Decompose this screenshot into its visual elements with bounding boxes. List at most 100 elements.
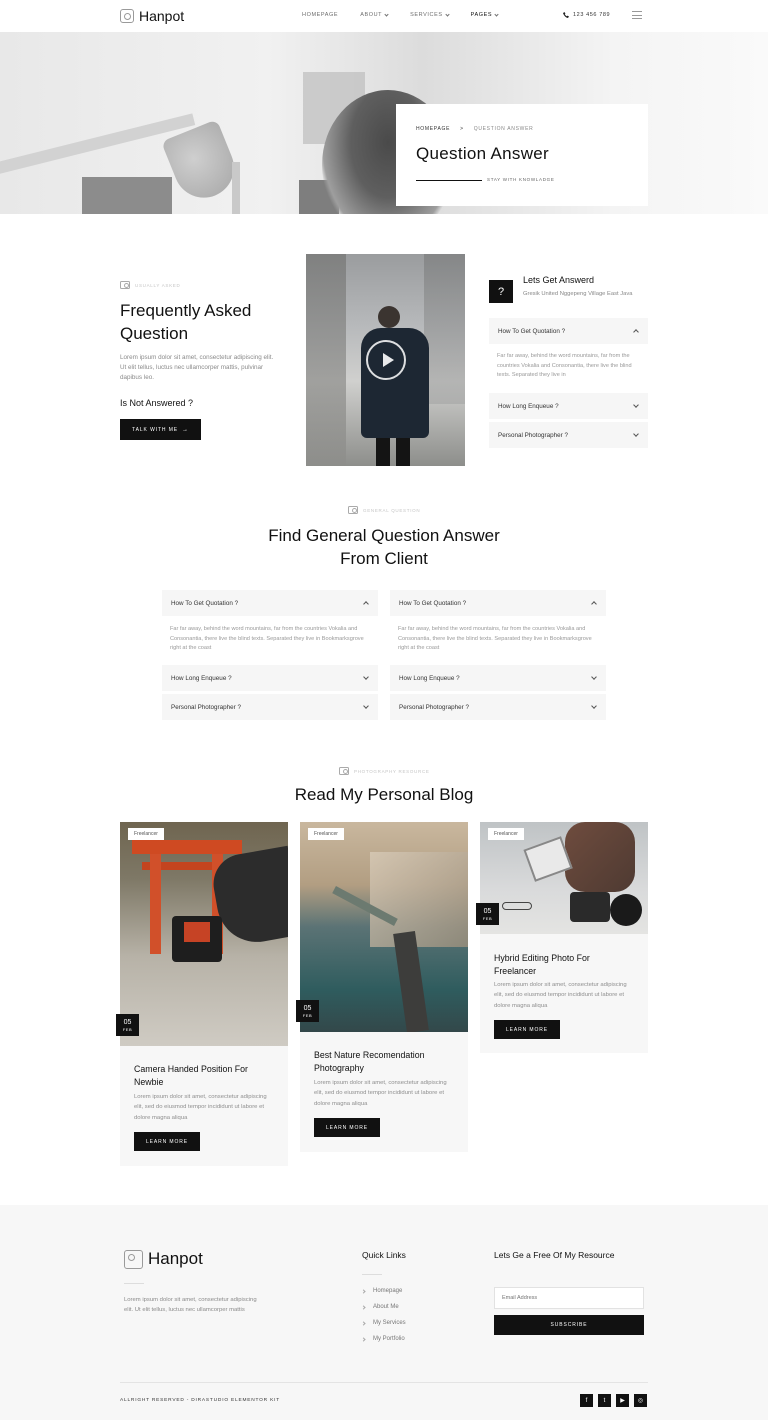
general-tagline-text: GENERAL QUESTION bbox=[363, 507, 421, 513]
accordion-answer: Far far away, behind the word mountains,… bbox=[170, 626, 364, 651]
post-excerpt: Lorem ipsum dolor sit amet, consectetur … bbox=[134, 1094, 267, 1121]
learn-more-button[interactable]: LEARN MORE bbox=[494, 1020, 560, 1039]
blog-image-3[interactable]: Freelancer bbox=[480, 822, 648, 934]
blog-card-1[interactable]: Freelancer 05 FEB Camera Handed Position… bbox=[116, 822, 288, 1166]
breadcrumb: HOMEPAGE > QUESTION ANSWER bbox=[416, 126, 533, 132]
post-month: FEB bbox=[302, 1012, 313, 1018]
post-day: 05 bbox=[303, 1004, 312, 1012]
nav-pages-label: PAGES bbox=[470, 12, 493, 18]
person-leg bbox=[396, 438, 410, 466]
logo-text: Hanpot bbox=[139, 8, 185, 24]
post-title-line1: Best Nature Recomendation bbox=[314, 1050, 425, 1060]
quick-link-label: My Services bbox=[373, 1320, 406, 1326]
person-leg bbox=[376, 438, 390, 466]
general-title-line2: From Client bbox=[340, 549, 428, 568]
post-title[interactable]: Hybrid Editing Photo For Freelancer bbox=[494, 952, 639, 978]
post-month: FEB bbox=[482, 915, 493, 921]
copyright-text: ALLRIGHT RESERVED - DIRASTUDIO ELEMENTOR… bbox=[120, 1398, 280, 1403]
subscribe-button[interactable]: SUBSCRIBE bbox=[494, 1315, 644, 1335]
quick-link-portfolio[interactable]: My Portfolio bbox=[361, 1331, 406, 1347]
faq-accordion-item-1[interactable]: How To Get Quotation ? bbox=[489, 318, 648, 344]
camera-lens bbox=[610, 894, 642, 926]
play-triangle-icon bbox=[383, 353, 394, 367]
chevron-down-icon bbox=[591, 702, 597, 709]
accordion-question: How To Get Quotation ? bbox=[171, 599, 239, 607]
chevron-right-icon bbox=[361, 1336, 366, 1342]
post-date: 05 FEB bbox=[476, 903, 499, 925]
post-date: 05 FEB bbox=[116, 1014, 139, 1036]
nav-about-label: ABOUT bbox=[360, 12, 383, 18]
facebook-icon[interactable]: f bbox=[580, 1394, 593, 1407]
post-title[interactable]: Best Nature Recomendation Photography bbox=[314, 1049, 459, 1075]
instagram-icon[interactable]: ◎ bbox=[634, 1394, 647, 1407]
accordion-question: How To Get Quotation ? bbox=[498, 327, 566, 335]
faq-video-thumbnail[interactable] bbox=[306, 254, 465, 466]
breadcrumb-home[interactable]: HOMEPAGE bbox=[416, 126, 450, 132]
nav-pages[interactable]: PAGES bbox=[470, 11, 499, 18]
faq-accordion-item-3[interactable]: Personal Photographer ? bbox=[489, 422, 648, 448]
blog-card-2[interactable]: Freelancer 05 FEB Best Nature Recomendat… bbox=[296, 822, 468, 1152]
quick-link-services[interactable]: My Services bbox=[361, 1315, 406, 1331]
general-accordion-left-1[interactable]: How To Get Quotation ? bbox=[162, 590, 378, 616]
city-buildings bbox=[370, 852, 468, 947]
quick-link-about[interactable]: About Me bbox=[361, 1299, 406, 1315]
camera-logo-icon bbox=[120, 9, 134, 23]
twitter-icon[interactable]: t bbox=[598, 1394, 611, 1407]
phone-contact[interactable]: 123 456 789 bbox=[563, 12, 610, 18]
page-subtitle: STAY WITH KNOWLADGE bbox=[487, 177, 555, 182]
accordion-question: How Long Enqueue ? bbox=[171, 674, 232, 682]
accordion-answer: Far far away, behind the word mountains,… bbox=[497, 353, 632, 378]
post-title-line1: Hybrid Editing Photo For bbox=[494, 953, 590, 963]
learn-more-button[interactable]: LEARN MORE bbox=[314, 1118, 380, 1137]
general-accordion-right-1[interactable]: How To Get Quotation ? bbox=[390, 590, 606, 616]
general-accordion-right-2[interactable]: How Long Enqueue ? bbox=[390, 665, 606, 691]
post-excerpt: Lorem ipsum dolor sit amet, consectetur … bbox=[494, 982, 627, 1009]
email-input[interactable] bbox=[494, 1287, 644, 1309]
answer-box-title: Lets Get Answerd bbox=[523, 275, 595, 285]
glasses bbox=[502, 902, 532, 910]
general-accordion-right-3[interactable]: Personal Photographer ? bbox=[390, 694, 606, 720]
play-button-icon[interactable] bbox=[366, 340, 406, 380]
general-accordion-left-3[interactable]: Personal Photographer ? bbox=[162, 694, 378, 720]
nav-about[interactable]: ABOUT bbox=[360, 11, 389, 18]
category-badge[interactable]: Freelancer bbox=[128, 828, 164, 840]
post-title-line2: Newbie bbox=[134, 1077, 164, 1087]
post-date: 05 FEB bbox=[296, 1000, 319, 1022]
accordion-question: How Long Enqueue ? bbox=[399, 674, 460, 682]
phone-number: 123 456 789 bbox=[573, 12, 611, 18]
phone-icon bbox=[563, 12, 569, 18]
chevron-down-icon bbox=[633, 401, 639, 408]
blog-image-2[interactable]: Freelancer bbox=[300, 822, 468, 1032]
chevron-down-icon bbox=[633, 430, 639, 437]
nav-services[interactable]: SERVICES bbox=[410, 11, 450, 18]
youtube-icon[interactable]: ▶ bbox=[616, 1394, 629, 1407]
blog-card-3[interactable]: Freelancer 05 FEB Hybrid Editing Photo F… bbox=[476, 822, 648, 1053]
site-logo[interactable]: Hanpot bbox=[120, 8, 184, 24]
post-excerpt: Lorem ipsum dolor sit amet, consectetur … bbox=[314, 1080, 447, 1107]
general-accordion-left-2[interactable]: How Long Enqueue ? bbox=[162, 665, 378, 691]
general-title-line1: Find General Question Answer bbox=[268, 526, 500, 545]
category-badge[interactable]: Freelancer bbox=[308, 828, 344, 840]
talk-with-me-button[interactable]: TALK WITH ME → bbox=[120, 419, 201, 440]
learn-more-button[interactable]: LEARN MORE bbox=[134, 1132, 200, 1151]
camera-on-desk bbox=[570, 892, 610, 922]
faq-title-line1: Frequently Asked bbox=[120, 301, 252, 320]
chevron-right-icon bbox=[361, 1320, 366, 1326]
menu-toggle-icon[interactable] bbox=[632, 11, 642, 19]
faq-title-line2: Question bbox=[120, 324, 189, 343]
nav-homepage[interactable]: HOMEPAGE bbox=[302, 12, 338, 18]
footer-logo[interactable]: Hanpot bbox=[124, 1249, 203, 1269]
chevron-down-icon bbox=[494, 11, 499, 17]
accordion-question: Personal Photographer ? bbox=[399, 703, 470, 711]
faq-accordion-item-2[interactable]: How Long Enqueue ? bbox=[489, 393, 648, 419]
blog-tagline-text: PHOTOGRAPHY RESOURCE bbox=[354, 768, 430, 774]
camera-icon bbox=[339, 767, 349, 775]
page-title: Question Answer bbox=[416, 144, 550, 163]
quick-link-homepage[interactable]: Homepage bbox=[361, 1283, 406, 1299]
post-title[interactable]: Camera Handed Position For Newbie bbox=[134, 1063, 279, 1089]
breadcrumb-current: QUESTION ANSWER bbox=[473, 126, 534, 132]
hero-lamp-pole bbox=[232, 162, 240, 214]
blog-image-1[interactable]: Freelancer bbox=[120, 822, 288, 1046]
category-badge[interactable]: Freelancer bbox=[488, 828, 524, 840]
quick-links-title: Quick Links bbox=[362, 1250, 406, 1260]
